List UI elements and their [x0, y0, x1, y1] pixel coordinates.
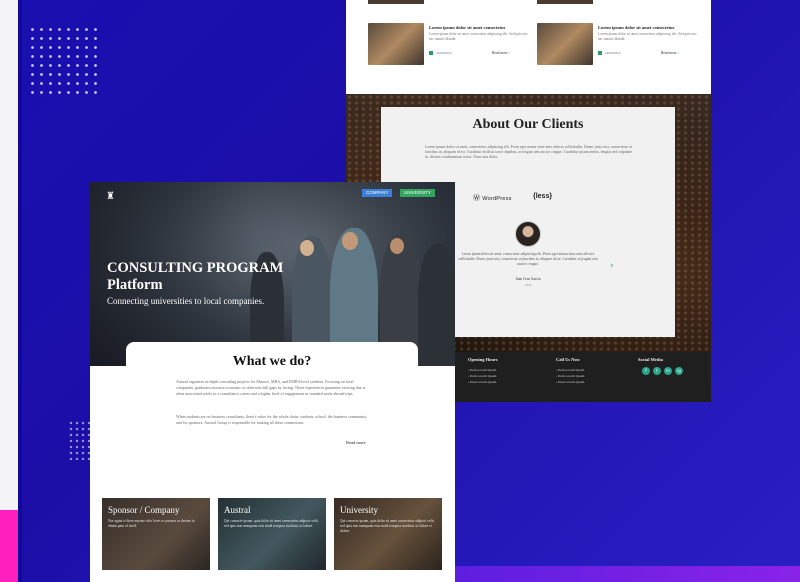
chevron-right-icon[interactable]: ›	[610, 261, 614, 271]
blog-image-top-edge	[537, 0, 593, 4]
linkedin-icon[interactable]: in	[664, 367, 672, 375]
blog-card[interactable]: Lorem ipsum dolor sit amet consectetur L…	[368, 20, 528, 65]
what-we-do-paragraph: Austral organizes in-depth consulting pr…	[176, 379, 366, 396]
footer-link[interactable]: Item Lorem Ipsum	[468, 379, 498, 385]
blog-read-more-link[interactable]: Read more	[661, 51, 679, 55]
hero-section: ♜ COMPANY UNIVERSITY CONSULTING PROGRAM …	[90, 182, 455, 366]
company-nav-button[interactable]: COMPANY	[362, 189, 393, 197]
what-we-do-paragraph: When students are on business consultant…	[176, 414, 368, 425]
audience-cards: Sponsor / Company Nor again is there any…	[102, 498, 442, 570]
pink-accent-block	[0, 510, 18, 582]
footer-link[interactable]: Item Lorem Ipsum	[556, 379, 584, 385]
hero-title: CONSULTING PROGRAM Platform	[107, 260, 284, 293]
decorative-dot-grid	[28, 25, 100, 95]
testimonial-quote: Lorem ipsum dolor sit amet, consectetur …	[458, 252, 598, 266]
card-text: Qui consecte ipsum, quia dolor sit amet …	[224, 519, 319, 528]
blog-image-top-edge	[368, 0, 424, 4]
footer-heading: Opening Hours	[468, 357, 498, 362]
social-icons: f t in ig	[642, 367, 683, 375]
left-white-panel	[0, 0, 18, 510]
hero-subtitle: Connecting universities to local compani…	[107, 296, 265, 306]
blog-date: 24/09/2019	[598, 51, 620, 55]
blog-read-more-link[interactable]: Read more	[492, 51, 510, 55]
blog-thumbnail	[537, 23, 593, 65]
wordpress-logo: WordPress	[473, 193, 512, 203]
footer-heading: Call Us Now	[556, 357, 581, 362]
front-page-mockup: ♜ COMPANY UNIVERSITY CONSULTING PROGRAM …	[90, 182, 455, 582]
blog-thumbnail	[368, 23, 424, 65]
instagram-icon[interactable]: ig	[675, 367, 683, 375]
read-more-link[interactable]: Read more	[346, 440, 366, 445]
university-card[interactable]: University Qui consecte ipsum, quia dolo…	[334, 498, 442, 570]
card-title: Austral	[224, 505, 251, 515]
university-nav-button[interactable]: UNIVERSITY	[400, 189, 436, 197]
what-we-do-title: What we do?	[232, 354, 312, 369]
clients-description: Lorem ipsum dolor sit amet, consectetur …	[425, 145, 633, 160]
bottom-gradient-strip	[440, 566, 800, 582]
sponsor-company-card[interactable]: Sponsor / Company Nor again is there any…	[102, 498, 210, 570]
blog-card[interactable]: Lorem ipsum dolor sit amet consectetur L…	[537, 20, 697, 65]
footer-opening-hours: Opening Hours Item Lorem Ipsum Item Lore…	[468, 357, 498, 385]
card-text: Nor again is there anyone who loves or p…	[108, 519, 195, 528]
less-logo: {less}	[533, 193, 553, 200]
blog-title[interactable]: Lorem ipsum dolor sit amet consectetur	[429, 25, 505, 30]
twitter-icon[interactable]: t	[653, 367, 661, 375]
blog-excerpt: Lorem ipsum dolor sit amet consectetur a…	[429, 32, 528, 41]
footer-social: Social Media f t in ig	[638, 357, 683, 375]
blog-excerpt: Lorem ipsum dolor sit amet consectetur a…	[598, 32, 697, 41]
clients-title: About Our Clients	[472, 117, 584, 132]
blog-section: Lorem ipsum dolor sit amet consectetur L…	[346, 0, 711, 94]
blog-title[interactable]: Lorem ipsum dolor sit amet consectetur	[598, 25, 674, 30]
brand-logo-icon[interactable]: ♜	[106, 192, 115, 202]
card-text: Qui consecte ipsum, quia dolor sit amet …	[340, 519, 435, 533]
card-title: University	[340, 505, 378, 515]
facebook-icon[interactable]: f	[642, 367, 650, 375]
footer-call-us: Call Us Now Item Lorem Ipsum Item Lorem …	[556, 357, 584, 385]
testimonial-avatar	[515, 221, 541, 247]
card-title: Sponsor / Company	[108, 505, 180, 515]
blog-date: 24/09/2019	[429, 51, 451, 55]
austral-card[interactable]: Austral Qui consecte ipsum, quia dolor s…	[218, 498, 326, 570]
footer-heading: Social Media	[638, 357, 663, 362]
